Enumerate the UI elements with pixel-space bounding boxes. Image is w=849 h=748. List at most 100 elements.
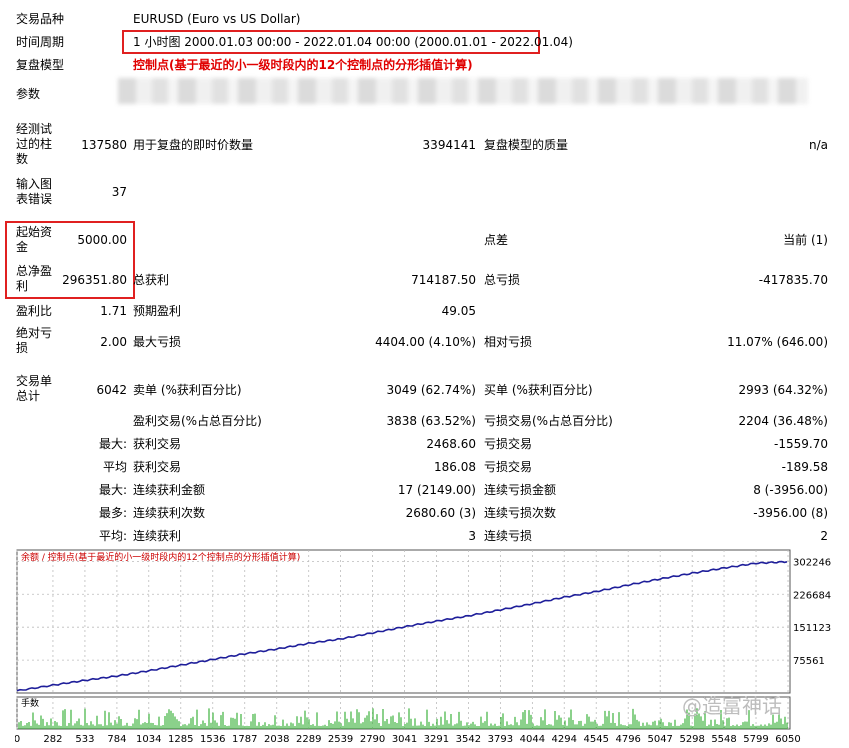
ticks-label: 用于复盘的即时价数量 xyxy=(133,138,254,152)
avg-label: 平均 xyxy=(102,460,127,474)
x-tick-label: 2038 xyxy=(264,734,289,744)
quality-label: 复盘模型的质量 xyxy=(484,138,569,152)
avg-win-value: 186.08 xyxy=(434,460,476,474)
win-label: 盈利交易(%占总百分比) xyxy=(133,414,262,428)
avg-cons-loss-label: 连续亏损 xyxy=(484,529,533,543)
avg-loss-label: 亏损交易 xyxy=(484,460,533,474)
trades-label: 交易单总计 xyxy=(16,374,53,403)
max-loss-label: 亏损交易 xyxy=(484,437,533,451)
cons-loss-amt-value: 8 (-3956.00) xyxy=(753,483,828,497)
bars-label: 经测试过的柱数 xyxy=(16,122,53,166)
loss-label: 亏损交易(%占总百分比) xyxy=(484,414,613,428)
reldd-label: 相对亏损 xyxy=(484,335,533,349)
x-tick-label: 5799 xyxy=(743,734,768,744)
params-blurred xyxy=(118,78,808,104)
max-label: 最大: xyxy=(98,437,127,451)
x-tick-label: 2539 xyxy=(328,734,353,744)
mismatch-value: 37 xyxy=(111,185,127,199)
avg-win-label: 获利交易 xyxy=(133,460,182,474)
model-label: 复盘模型 xyxy=(16,58,65,72)
avg-cons-win-value: 3 xyxy=(468,529,476,543)
win-value: 3838 (63.52%) xyxy=(386,414,476,428)
period-label: 时间周期 xyxy=(16,35,65,49)
loss-value: 2204 (36.48%) xyxy=(738,414,828,428)
x-tick-label: 3793 xyxy=(488,734,513,744)
long-label: 买单 (%获利百分比) xyxy=(484,383,593,397)
grossloss-value: -417835.70 xyxy=(758,273,828,287)
expected-label: 预期盈利 xyxy=(133,304,182,318)
bars-value: 137580 xyxy=(81,138,127,152)
x-tick-label: 0 xyxy=(15,734,20,744)
x-tick-label: 4545 xyxy=(583,734,608,744)
params-label: 参数 xyxy=(16,87,41,101)
deposit-label: 起始资金 xyxy=(16,225,53,254)
ticks-value: 3394141 xyxy=(422,138,476,152)
x-tick-label: 2790 xyxy=(360,734,385,744)
cons-loss-amt-label: 连续亏损金额 xyxy=(484,483,557,497)
avg-loss-value: -189.58 xyxy=(781,460,828,474)
symbol-value: EURUSD (Euro vs US Dollar) xyxy=(133,12,301,26)
maxdd-label: 最大亏损 xyxy=(133,335,182,349)
pf-label: 盈利比 xyxy=(16,304,53,318)
chart-title: 余额 / 控制点(基于最近的小一级时段内的12个控制点的分形插值计算) xyxy=(21,551,300,563)
x-tick-label: 533 xyxy=(75,734,94,744)
x-tick-label: 282 xyxy=(43,734,62,744)
x-tick-label: 4294 xyxy=(552,734,577,744)
grossprofit-label: 总获利 xyxy=(133,273,170,287)
x-tick-label: 1285 xyxy=(168,734,193,744)
x-tick-label: 6050 xyxy=(775,734,800,744)
maxdd-value: 4404.00 (4.10%) xyxy=(375,335,476,349)
volume-label: 手数 xyxy=(21,697,39,709)
short-label: 卖单 (%获利百分比) xyxy=(133,383,242,397)
x-tick-label: 2289 xyxy=(296,734,321,744)
x-tick-label: 1536 xyxy=(200,734,225,744)
avg-cons-win-label: 连续获利 xyxy=(133,529,182,543)
grossloss-label: 总亏损 xyxy=(484,273,521,287)
y-tick-label: 75561 xyxy=(793,656,825,667)
cons-loss-cnt-value: -3956.00 (8) xyxy=(753,506,828,520)
netprofit-value: 296351.80 xyxy=(62,273,127,287)
cons-loss-cnt-label: 连续亏损次数 xyxy=(484,506,557,520)
spread-value: 当前 (1) xyxy=(783,233,828,247)
spread-label: 点差 xyxy=(484,233,509,247)
x-tick-label: 784 xyxy=(107,734,126,744)
avg-cons-loss-value: 2 xyxy=(820,529,828,543)
x-tick-label: 4796 xyxy=(615,734,640,744)
symbol-label: 交易品种 xyxy=(16,12,65,26)
short-value: 3049 (62.74%) xyxy=(386,383,476,397)
pf-value: 1.71 xyxy=(100,304,127,318)
max2-label: 最大: xyxy=(98,483,127,497)
grossprofit-value: 714187.50 xyxy=(411,273,476,287)
quality-value: n/a xyxy=(808,138,828,152)
cons-win-amt-value: 17 (2149.00) xyxy=(397,483,476,497)
trades-value: 6042 xyxy=(96,383,127,397)
expected-value: 49.05 xyxy=(441,304,476,318)
avg2-label: 平均: xyxy=(98,529,127,543)
cons-win-amt-label: 连续获利金额 xyxy=(133,483,206,497)
period-value: 1 小时图 2000.01.03 00:00 - 2022.01.04 00:0… xyxy=(133,35,573,49)
most-label: 最多: xyxy=(98,506,127,520)
x-tick-label: 5298 xyxy=(679,734,704,744)
deposit-value: 5000.00 xyxy=(77,233,127,247)
x-tick-label: 4044 xyxy=(520,734,545,744)
x-tick-label: 5047 xyxy=(647,734,672,744)
x-tick-label: 1034 xyxy=(136,734,161,744)
max-win-label: 获利交易 xyxy=(133,437,182,451)
cons-win-cnt-label: 连续获利次数 xyxy=(133,506,206,520)
y-tick-label: 151123 xyxy=(793,623,831,634)
absdd-value: 2.00 xyxy=(100,335,127,349)
watermark-text: @造富神话 xyxy=(682,694,782,718)
y-tick-label: 226684 xyxy=(793,590,831,601)
x-tick-label: 3542 xyxy=(456,734,481,744)
mismatch-label: 输入图表错误 xyxy=(16,177,53,206)
x-tick-label: 3291 xyxy=(424,734,449,744)
reldd-value: 11.07% (646.00) xyxy=(727,335,828,349)
max-win-value: 2468.60 xyxy=(426,437,476,451)
x-tick-label: 1787 xyxy=(232,734,257,744)
chart-plot-area xyxy=(16,549,791,694)
absdd-label: 绝对亏损 xyxy=(16,326,53,355)
x-tick-label: 5548 xyxy=(711,734,736,744)
model-value: 控制点(基于最近的小一级时段内的12个控制点的分形插值计算) xyxy=(133,58,473,72)
cons-win-cnt-value: 2680.60 (3) xyxy=(405,506,476,520)
x-tick-label: 3041 xyxy=(392,734,417,744)
